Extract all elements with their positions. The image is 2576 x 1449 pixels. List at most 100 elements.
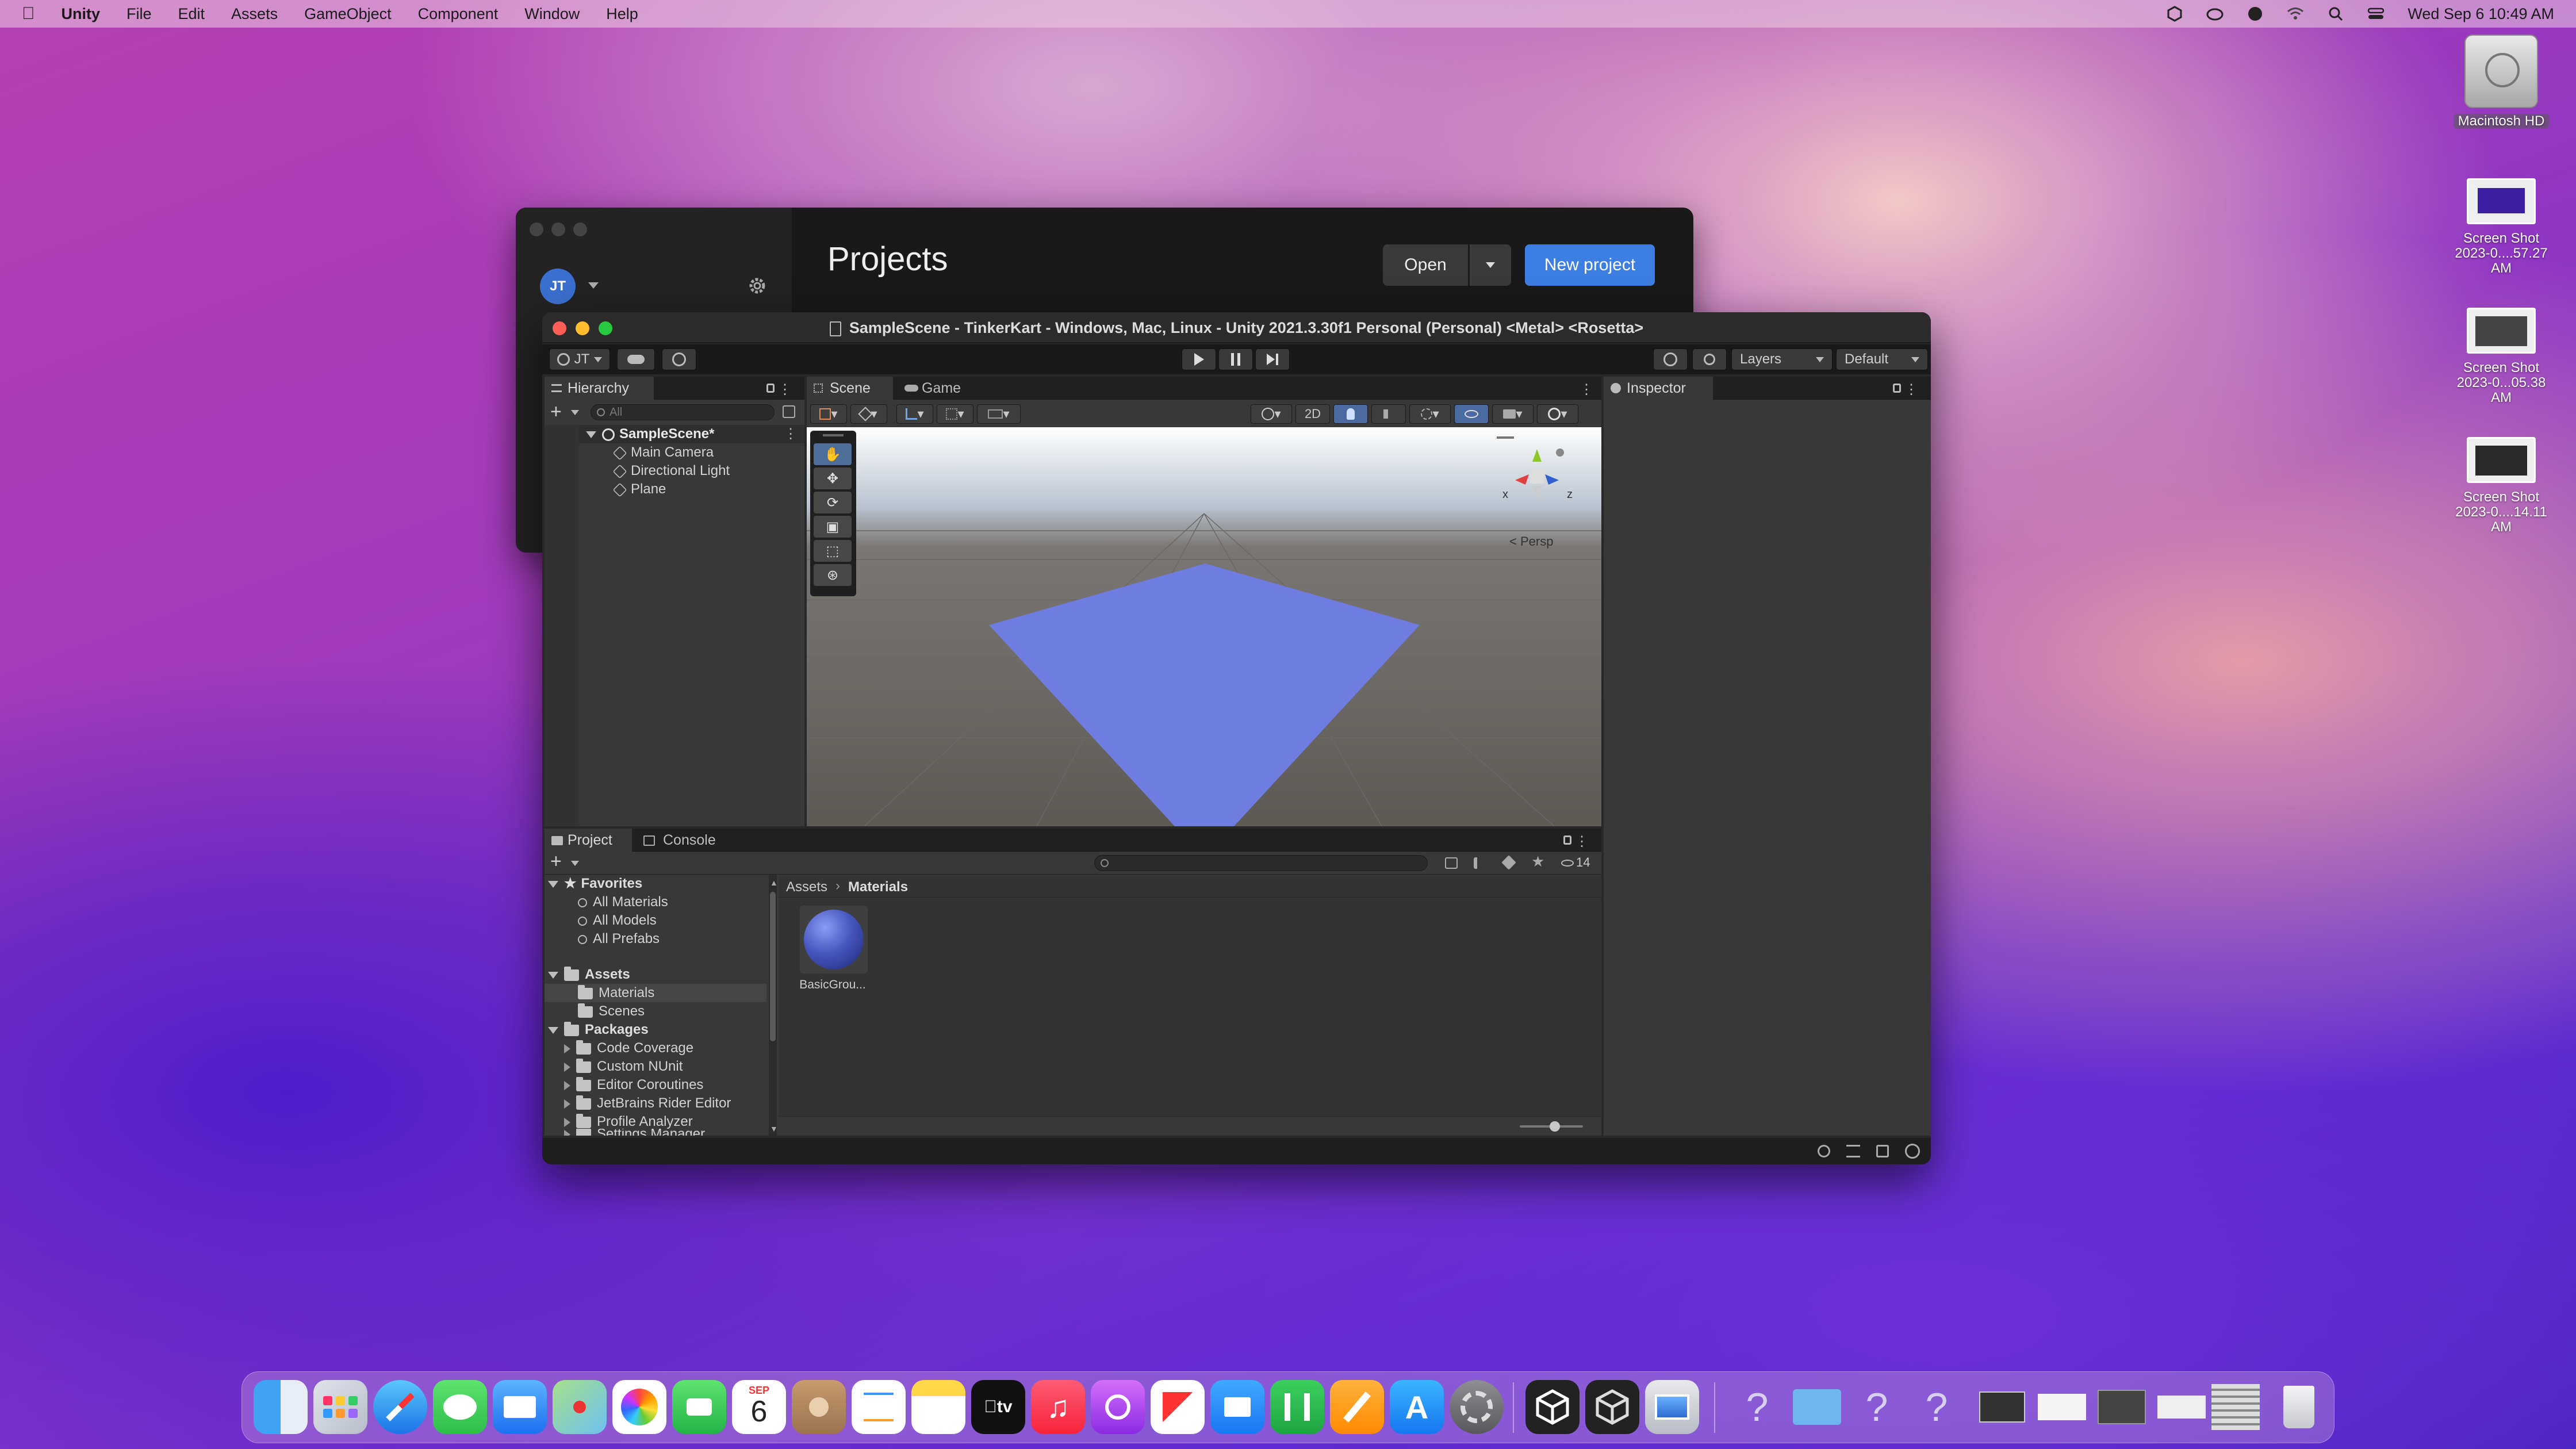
dock-launchpad-icon[interactable] xyxy=(313,1380,367,1434)
zoom-icon[interactable] xyxy=(599,321,612,335)
kebab-menu-icon[interactable]: ⋮ xyxy=(778,381,792,398)
wifi-icon[interactable] xyxy=(2287,5,2304,22)
chevron-down-icon[interactable] xyxy=(571,861,579,866)
desktop-item-screenshot-1[interactable]: Screen Shot 2023-0....57.27 AM xyxy=(2450,178,2553,276)
dock-unity-hub-icon[interactable] xyxy=(1525,1380,1580,1434)
creative-cloud-icon[interactable] xyxy=(2206,5,2224,22)
search-options-icon[interactable] xyxy=(783,405,795,418)
hierarchy-item-directional-light[interactable]: Directional Light xyxy=(612,462,730,480)
tree-scrollbar[interactable]: ▲ ▼ xyxy=(769,875,778,1136)
search-by-label-icon[interactable] xyxy=(1474,857,1486,869)
gizmos-dropdown[interactable]: ▾ xyxy=(1537,404,1578,424)
tag-icon[interactable] xyxy=(1501,855,1516,870)
tab-project[interactable]: Project xyxy=(545,829,632,852)
expand-icon[interactable] xyxy=(564,1062,570,1072)
dock-window-thumbnail-icon[interactable] xyxy=(2155,1380,2209,1434)
minimize-icon[interactable] xyxy=(576,321,589,335)
dock-unknown-app-icon[interactable]: ? xyxy=(1910,1380,1964,1434)
menu-window[interactable]: Window xyxy=(524,5,580,23)
close-icon[interactable] xyxy=(530,223,543,236)
dock-reminders-icon[interactable] xyxy=(852,1380,906,1434)
asset-tile[interactable]: BasicGrou... xyxy=(795,906,870,998)
orientation-gizmo[interactable]: x z xyxy=(1502,444,1573,508)
rect-tool-button[interactable]: ⬚ xyxy=(814,540,852,562)
projection-toggle[interactable]: < Persp xyxy=(1509,534,1553,549)
expand-icon[interactable] xyxy=(564,1080,570,1090)
hidden-packages-toggle[interactable]: 14 xyxy=(1561,855,1590,870)
dock-numbers-icon[interactable] xyxy=(1270,1380,1324,1434)
favorite-item[interactable]: All Materials xyxy=(578,893,668,911)
audio-toggle[interactable] xyxy=(1371,404,1406,424)
control-center-icon[interactable] xyxy=(2367,5,2385,22)
progress-check-icon[interactable] xyxy=(1905,1144,1920,1159)
add-icon[interactable]: + xyxy=(550,401,562,423)
dock-window-thumbnail-icon[interactable] xyxy=(1975,1380,2029,1434)
menu-app-name[interactable]: Unity xyxy=(62,5,101,23)
dock-finder-icon[interactable] xyxy=(254,1380,308,1434)
menu-clock[interactable]: Wed Sep 6 10:49 AM xyxy=(2408,5,2554,23)
collab-button[interactable] xyxy=(662,348,696,370)
scale-tool-button[interactable]: ▣ xyxy=(814,516,852,538)
dock-facetime-icon[interactable] xyxy=(672,1380,726,1434)
star-icon[interactable]: ★ xyxy=(1531,853,1544,871)
cache-icon[interactable] xyxy=(1846,1145,1860,1157)
kebab-menu-icon[interactable]: ⋮ xyxy=(1904,381,1918,398)
dock-trash-icon[interactable] xyxy=(2272,1380,2326,1434)
unity-status-icon[interactable] xyxy=(2166,5,2183,22)
camera-dropdown[interactable]: ▾ xyxy=(1492,404,1534,424)
tree-item-scenes[interactable]: Scenes xyxy=(578,1002,645,1021)
dock-folder-icon[interactable] xyxy=(1790,1380,1844,1434)
history-button[interactable] xyxy=(1653,348,1688,370)
dock-preview-icon[interactable] xyxy=(1645,1380,1699,1434)
expand-icon[interactable] xyxy=(564,1117,570,1127)
hand-tool-button[interactable]: ✋ xyxy=(814,443,852,465)
pivot-dropdown[interactable]: ▾ xyxy=(896,404,933,424)
dock-system-preferences-icon[interactable] xyxy=(1450,1380,1504,1434)
desktop-item-macintosh-hd[interactable]: Macintosh HD xyxy=(2450,34,2553,129)
step-button[interactable] xyxy=(1255,348,1290,370)
icon-size-slider[interactable] xyxy=(1520,1121,1583,1132)
dock-window-thumbnail-icon[interactable] xyxy=(2209,1380,2263,1434)
effects-dropdown[interactable]: ▾ xyxy=(1409,404,1451,424)
dock-contacts-icon[interactable] xyxy=(792,1380,846,1434)
toggle-2d-button[interactable]: 2D xyxy=(1295,404,1330,424)
expand-icon[interactable] xyxy=(564,1044,570,1053)
transform-tool-button[interactable]: ⊛ xyxy=(814,564,852,586)
plane-object[interactable] xyxy=(989,564,1420,826)
chevron-down-icon[interactable] xyxy=(588,282,599,289)
open-button[interactable]: Open xyxy=(1383,244,1468,286)
favorite-item[interactable]: All Models xyxy=(578,911,657,930)
menu-help[interactable]: Help xyxy=(606,5,638,23)
dock-pages-icon[interactable] xyxy=(1330,1380,1384,1434)
hierarchy-item-plane[interactable]: Plane xyxy=(612,480,666,499)
expand-icon[interactable] xyxy=(586,431,596,438)
expand-icon[interactable] xyxy=(564,1099,570,1109)
dock-window-thumbnail-icon[interactable] xyxy=(2095,1380,2149,1434)
bug-icon[interactable] xyxy=(1818,1145,1830,1157)
desktop-item-screenshot-2[interactable]: Screen Shot 2023-0...05.38 AM xyxy=(2450,308,2553,405)
tree-item-materials[interactable]: Materials xyxy=(545,984,766,1002)
desktop-item-screenshot-3[interactable]: Screen Shot 2023-0....14.11 AM xyxy=(2450,437,2553,535)
hierarchy-item-main-camera[interactable]: Main Camera xyxy=(612,443,714,462)
hierarchy-search-input[interactable]: All xyxy=(591,404,775,420)
expand-icon[interactable] xyxy=(548,880,558,888)
dock-notes-icon[interactable] xyxy=(911,1380,965,1434)
debug-icon[interactable] xyxy=(1876,1145,1889,1157)
tree-packages[interactable]: Packages xyxy=(548,1021,649,1039)
scene-row[interactable]: SampleScene* ⋮ xyxy=(579,425,804,443)
menu-gameobject[interactable]: GameObject xyxy=(304,5,392,23)
lighting-toggle[interactable] xyxy=(1333,404,1368,424)
tree-item-package[interactable]: Custom NUnit xyxy=(564,1057,683,1076)
tree-item-package[interactable]: Editor Coroutines xyxy=(564,1076,703,1094)
dock-podcasts-icon[interactable] xyxy=(1091,1380,1145,1434)
favorite-item[interactable]: All Prefabs xyxy=(578,930,660,948)
dock-tv-icon[interactable]: tv xyxy=(971,1380,1025,1434)
close-icon[interactable] xyxy=(553,321,566,335)
search-button[interactable] xyxy=(1692,348,1727,370)
dock-safari-icon[interactable] xyxy=(373,1380,427,1434)
menu-assets[interactable]: Assets xyxy=(231,5,278,23)
dock-maps-icon[interactable] xyxy=(553,1380,607,1434)
lock-icon[interactable] xyxy=(766,384,775,393)
visibility-toggle[interactable] xyxy=(1454,404,1489,424)
tree-favorites[interactable]: ★ Favorites xyxy=(548,875,642,893)
